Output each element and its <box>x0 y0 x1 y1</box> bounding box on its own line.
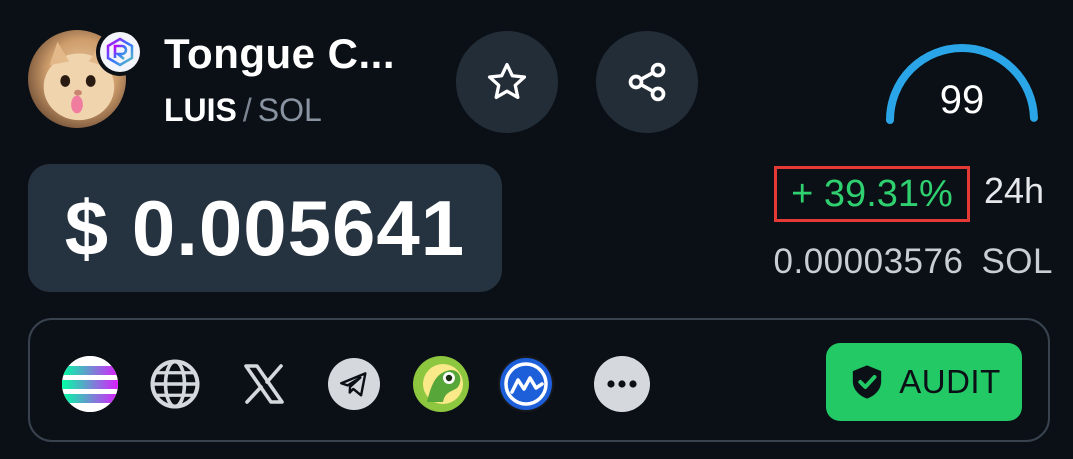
price-change-box: + 39.31% <box>774 166 970 222</box>
telegram-link[interactable] <box>328 358 380 410</box>
x-link[interactable] <box>236 356 292 412</box>
coingecko-link[interactable] <box>413 356 469 412</box>
shield-check-icon <box>853 365 882 399</box>
more-icon <box>607 380 637 388</box>
coinmarketcap-icon <box>500 358 552 410</box>
audit-button[interactable]: AUDIT <box>826 343 1022 421</box>
audit-label: AUDIT <box>899 363 1001 400</box>
usd-price-box: $ 0.005641 <box>28 164 502 292</box>
raydium-icon <box>106 37 134 67</box>
token-pair: LUIS / SOL <box>164 92 322 129</box>
solana-link[interactable] <box>62 356 118 412</box>
share-button[interactable] <box>596 31 698 133</box>
coinmarketcap-link[interactable] <box>498 356 554 412</box>
star-icon <box>487 62 527 100</box>
share-icon <box>628 62 666 102</box>
raydium-badge <box>96 28 144 76</box>
website-link[interactable] <box>147 356 203 412</box>
globe-icon <box>150 359 200 409</box>
telegram-icon <box>340 372 367 397</box>
favorite-button[interactable] <box>456 31 558 133</box>
more-links-button[interactable] <box>594 356 650 412</box>
native-price-value: 0.00003576 <box>773 242 964 281</box>
change-period: 24h <box>984 170 1045 211</box>
quote-symbol: SOL <box>257 92 322 128</box>
native-price-unit: SOL <box>981 242 1053 281</box>
token-name: Tongue C... <box>164 30 396 77</box>
pair-separator: / <box>242 92 252 128</box>
solana-icon <box>62 356 118 412</box>
coingecko-icon <box>414 357 468 411</box>
usd-price: $ 0.005641 <box>64 183 466 272</box>
price-change: + 39.31% <box>791 172 953 215</box>
base-symbol: LUIS <box>164 92 237 128</box>
x-icon <box>244 364 284 404</box>
native-price: 0.00003576 SOL <box>774 242 1053 282</box>
score-value: 99 <box>939 78 985 122</box>
